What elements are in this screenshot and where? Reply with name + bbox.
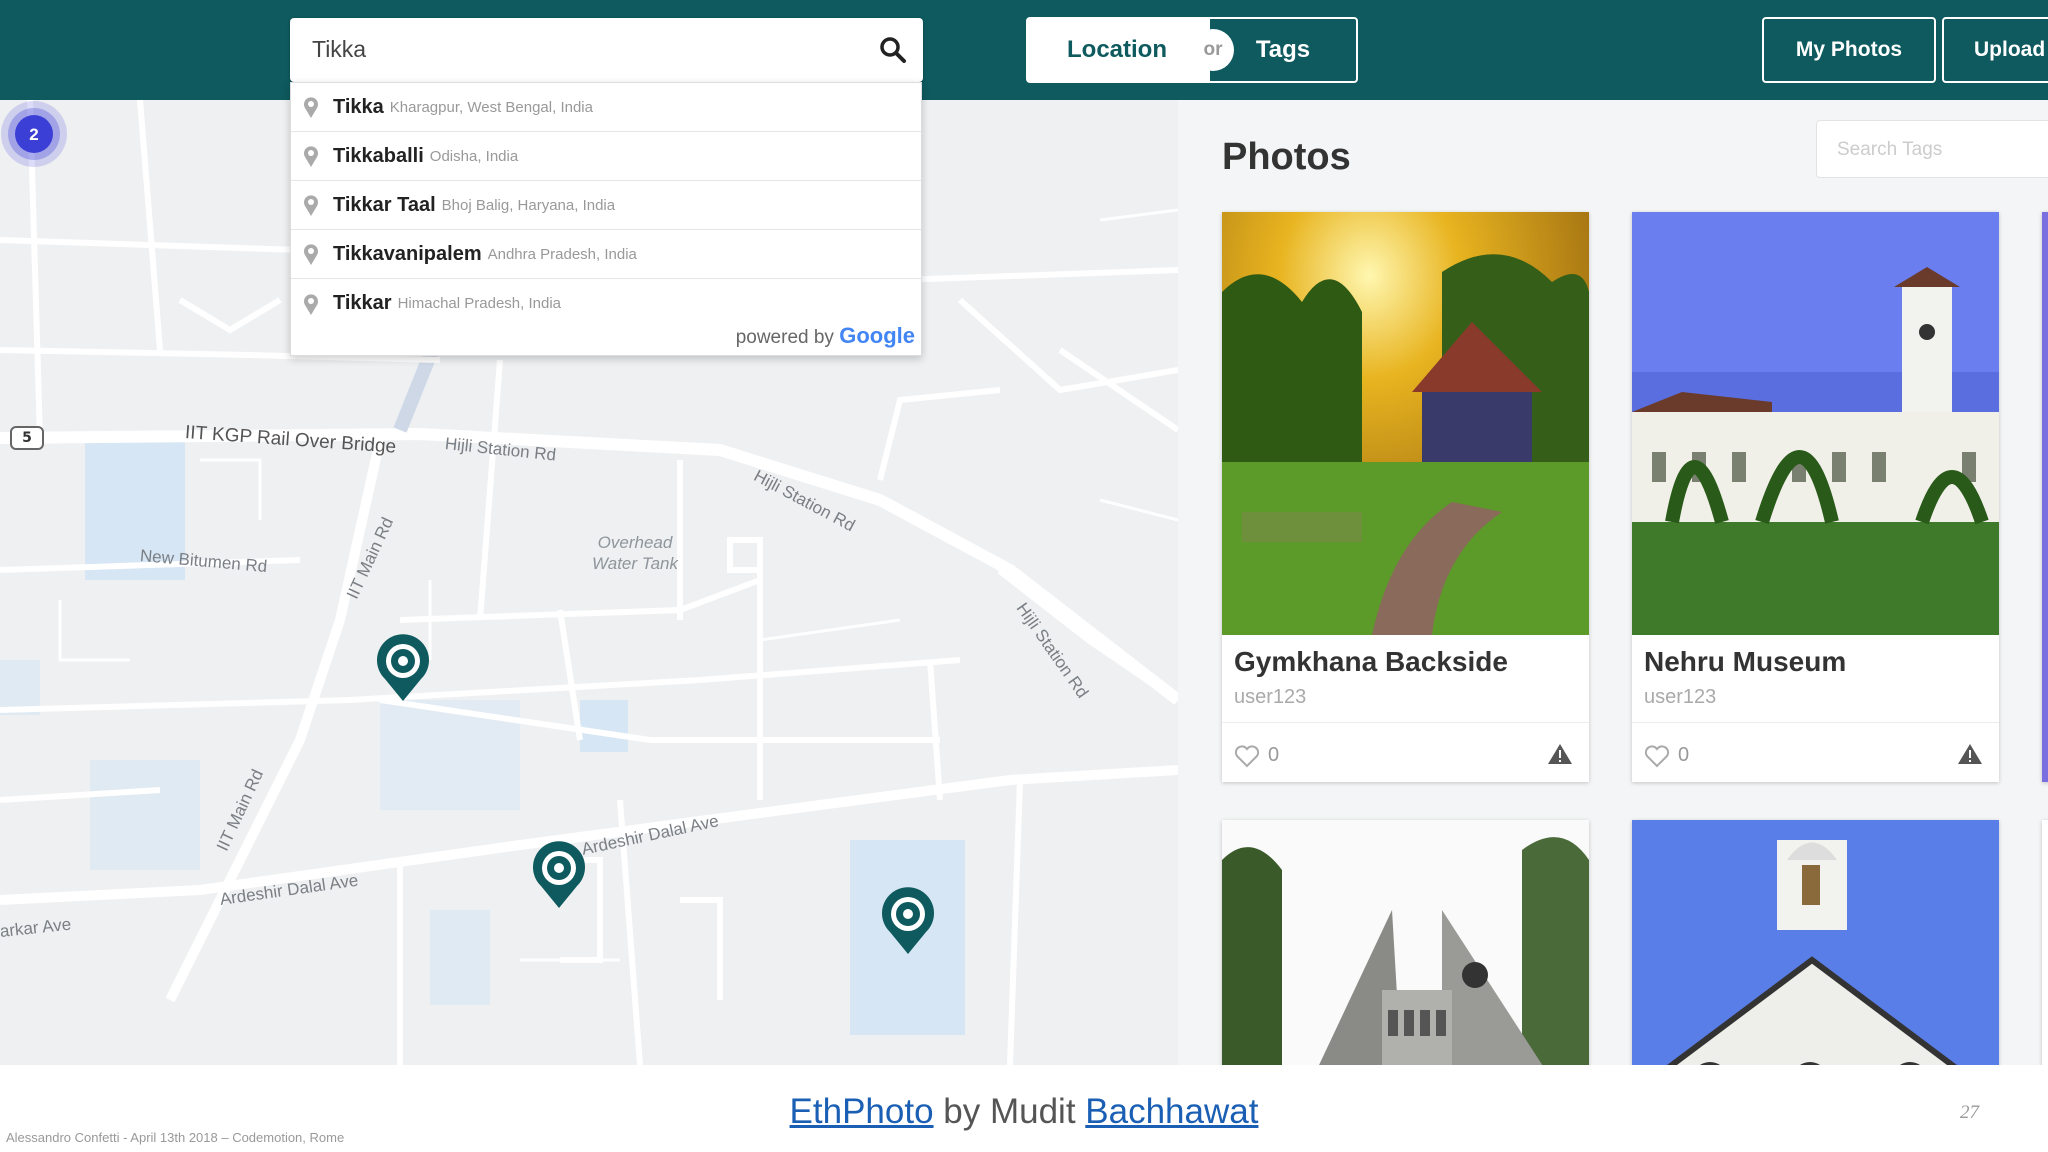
photo-marker[interactable]	[530, 840, 588, 910]
search-icon[interactable]	[879, 36, 907, 64]
google-logo: Google	[839, 323, 915, 348]
photo-user: user123	[1644, 686, 1717, 708]
tag-search-input[interactable]: Search Tags	[1816, 120, 2048, 178]
location-search[interactable]: Tikka	[290, 18, 923, 82]
powered-by-google: powered by Google	[735, 323, 915, 348]
photo-card-partial[interactable]	[2042, 212, 2048, 782]
suggestion-item[interactable]: Tikka Kharagpur, West Bengal, India	[291, 83, 921, 132]
my-photos-button[interactable]: My Photos	[1762, 17, 1936, 83]
photo-card[interactable]	[1632, 820, 1999, 1065]
photo-thumbnail[interactable]	[1632, 820, 1999, 1065]
app-screenshot: 5 IIT KGP Rail Over Bridge Hijli Station…	[0, 0, 2048, 1065]
poi-label: Overhead Water Tank	[592, 533, 678, 573]
photo-cluster[interactable]: 2	[0, 100, 68, 168]
ethphoto-link[interactable]: EthPhoto	[790, 1092, 934, 1131]
photo-thumbnail[interactable]	[1632, 212, 1999, 635]
autocomplete-dropdown: Tikka Kharagpur, West Bengal, India Tikk…	[290, 82, 922, 356]
slide-credit: Alessandro Confetti - April 13th 2018 – …	[6, 1130, 345, 1145]
panel-title: Photos	[1222, 136, 1351, 178]
page-number: 27	[1960, 1102, 1979, 1123]
photo-title: Nehru Museum	[1644, 646, 1847, 677]
or-divider: or	[1192, 29, 1234, 71]
suggestion-item[interactable]: Tikkar Himachal Pradesh, India	[291, 279, 921, 328]
location-pin-icon	[304, 97, 318, 118]
photo-card[interactable]	[1222, 820, 1589, 1065]
like-count: 0	[1678, 744, 1690, 766]
report-icon[interactable]	[1547, 742, 1573, 766]
search-input[interactable]: Tikka	[312, 36, 366, 63]
suggestion-item[interactable]: Tikkavanipalem Andhra Pradesh, India	[291, 230, 921, 279]
slide-caption: EthPhoto by Mudit Bachhawat	[789, 1092, 1259, 1131]
location-pin-icon	[304, 195, 318, 216]
photo-user: user123	[1234, 686, 1307, 708]
cluster-count: 2	[29, 125, 38, 144]
photo-card[interactable]: Nehru Museum user123 0	[1632, 212, 1999, 782]
photo-marker[interactable]	[374, 633, 432, 703]
suggestion-item[interactable]: Tikkar Taal Bhoj Balig, Haryana, India	[291, 181, 921, 230]
heart-icon[interactable]	[1234, 744, 1260, 768]
photo-title: Gymkhana Backside	[1234, 646, 1508, 677]
photo-card-partial[interactable]	[2042, 820, 2048, 1065]
search-mode-toggle: Location Tags or	[1026, 17, 1358, 83]
route-shield: 5	[10, 426, 44, 450]
location-pin-icon	[304, 293, 318, 315]
like-count: 0	[1268, 744, 1280, 766]
suggestion-item[interactable]: Tikkaballi Odisha, India	[291, 132, 921, 181]
location-pin-icon	[304, 146, 318, 167]
photo-card[interactable]: Gymkhana Backside user123 0	[1222, 212, 1589, 782]
location-tab[interactable]: Location	[1026, 17, 1208, 83]
photos-panel: Photos Search Tags Gymkhana Backside use…	[1178, 100, 2048, 1065]
author-link[interactable]: Bachhawat	[1085, 1092, 1258, 1131]
location-pin-icon	[304, 244, 318, 265]
heart-icon[interactable]	[1644, 744, 1670, 768]
report-icon[interactable]	[1957, 742, 1983, 766]
upload-button[interactable]: Upload	[1942, 17, 2048, 83]
photo-marker[interactable]	[879, 886, 937, 956]
photo-thumbnail[interactable]	[1222, 212, 1589, 635]
photo-thumbnail[interactable]	[1222, 820, 1589, 1065]
